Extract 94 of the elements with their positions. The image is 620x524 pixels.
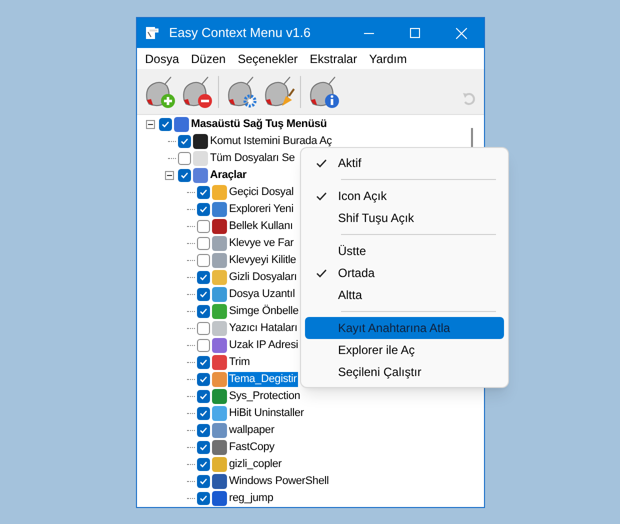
item-icon bbox=[212, 440, 227, 455]
checkbox[interactable] bbox=[197, 220, 210, 233]
tree-item[interactable]: Windows PowerShell bbox=[228, 474, 330, 489]
item-icon bbox=[212, 253, 227, 268]
context-menu-item[interactable]: Kayıt Anahtarına Atla bbox=[305, 317, 504, 339]
context-menu-item[interactable]: Altta bbox=[305, 284, 504, 306]
item-icon bbox=[212, 406, 227, 421]
context-menu-item[interactable]: Explorer ile Aç bbox=[305, 339, 504, 361]
scrollbar-thumb[interactable] bbox=[471, 128, 473, 148]
checkbox[interactable] bbox=[197, 407, 210, 420]
checkbox[interactable] bbox=[197, 475, 210, 488]
tree-item[interactable]: wallpaper bbox=[228, 423, 276, 438]
checkbox[interactable] bbox=[197, 322, 210, 335]
tree-item[interactable]: gizli_copler bbox=[228, 457, 283, 472]
tree-item[interactable]: FastCopy bbox=[228, 440, 276, 455]
checkbox[interactable] bbox=[197, 254, 210, 267]
item-icon bbox=[212, 491, 227, 506]
tree-item[interactable]: reg_jump bbox=[228, 491, 274, 506]
item-icon bbox=[212, 457, 227, 472]
item-icon bbox=[212, 185, 227, 200]
context-menu-item[interactable]: Shif Tuşu Açık bbox=[305, 207, 504, 229]
item-icon bbox=[212, 372, 227, 387]
context-menu-item[interactable]: Ortada bbox=[305, 262, 504, 284]
tree-item[interactable]: Klevye ve Far bbox=[228, 236, 295, 251]
checkbox[interactable] bbox=[197, 339, 210, 352]
tree-item[interactable]: Komut Istemini Burada Aç bbox=[209, 134, 333, 149]
item-icon bbox=[212, 321, 227, 336]
tree-item[interactable]: Tüm Dosyaları Se bbox=[209, 151, 296, 166]
app-icon bbox=[145, 26, 159, 40]
checkmark-icon bbox=[180, 137, 189, 146]
item-icon bbox=[212, 270, 227, 285]
checkbox[interactable] bbox=[197, 441, 210, 454]
item-icon bbox=[193, 151, 208, 166]
tree-item[interactable]: Dosya Uzantıl bbox=[228, 287, 296, 302]
tree-item[interactable]: Exploreri Yeni bbox=[228, 202, 294, 217]
checkbox[interactable] bbox=[178, 152, 191, 165]
menu-item[interactable]: Dosya bbox=[139, 50, 186, 68]
close-icon bbox=[456, 28, 466, 38]
checkbox[interactable] bbox=[197, 305, 210, 318]
checkbox[interactable] bbox=[197, 237, 210, 250]
maximize-icon bbox=[410, 28, 420, 38]
checkbox[interactable] bbox=[197, 203, 210, 216]
item-icon bbox=[193, 168, 208, 183]
checkbox[interactable] bbox=[197, 288, 210, 301]
checkmark-icon bbox=[180, 171, 189, 180]
context-menu-item[interactable]: Icon Açık bbox=[305, 185, 504, 207]
checkbox[interactable] bbox=[197, 492, 210, 505]
tree-item[interactable]: Trim bbox=[228, 355, 251, 370]
minimize-icon bbox=[364, 32, 374, 34]
item-icon bbox=[212, 355, 227, 370]
item-icon bbox=[212, 423, 227, 438]
checkbox[interactable] bbox=[197, 390, 210, 403]
checkbox[interactable] bbox=[178, 135, 191, 148]
tree-item[interactable]: Uzak IP Adresi bbox=[228, 338, 300, 353]
item-icon bbox=[174, 117, 189, 132]
checkbox[interactable] bbox=[159, 118, 172, 131]
item-icon bbox=[212, 338, 227, 353]
context-menu-item[interactable]: Üstte bbox=[305, 240, 504, 262]
checkbox[interactable] bbox=[197, 424, 210, 437]
item-icon bbox=[193, 134, 208, 149]
collapse-toggle[interactable] bbox=[146, 120, 154, 129]
tree-item[interactable]: Araçlar bbox=[209, 168, 248, 183]
checkbox[interactable] bbox=[197, 373, 210, 386]
tree-item[interactable]: HiBit Uninstaller bbox=[228, 406, 305, 421]
item-icon bbox=[212, 389, 227, 404]
item-icon bbox=[212, 304, 227, 319]
tree-item[interactable]: Geçici Dosyal bbox=[228, 185, 295, 200]
tree-item[interactable]: Bellek Kullanı bbox=[228, 219, 294, 234]
item-icon bbox=[212, 287, 227, 302]
item-icon bbox=[212, 219, 227, 234]
context-menu-item[interactable]: Seçileni Çalıştır bbox=[305, 361, 504, 383]
collapse-toggle[interactable] bbox=[164, 171, 174, 180]
checkmark-icon bbox=[161, 120, 170, 129]
menu-item[interactable]: Ekstralar bbox=[304, 50, 364, 68]
checkbox[interactable] bbox=[197, 271, 210, 284]
tree-item[interactable]: Tema_Degistir bbox=[228, 372, 298, 387]
menu-item[interactable]: Düzen bbox=[185, 50, 232, 68]
tree-item[interactable]: Yazıcı Hataları bbox=[228, 321, 298, 336]
checkbox[interactable] bbox=[197, 356, 210, 369]
item-icon bbox=[212, 474, 227, 489]
context-menu-item[interactable]: Aktif bbox=[305, 152, 504, 174]
tree-item[interactable]: Gizli Dosyaları bbox=[228, 270, 298, 285]
tree-item[interactable]: Sys_Protection bbox=[228, 389, 302, 404]
menu-item[interactable]: Yardım bbox=[363, 50, 413, 68]
window-title: Easy Context Menu v1.6 bbox=[169, 24, 311, 42]
checkbox[interactable] bbox=[178, 169, 191, 182]
tree-item[interactable]: Masaüstü Sağ Tuş Menüsü bbox=[190, 117, 328, 132]
menu-item[interactable]: Seçenekler bbox=[232, 50, 304, 68]
checkbox[interactable] bbox=[197, 458, 210, 471]
checkbox[interactable] bbox=[197, 186, 210, 199]
tree-item[interactable]: Klevyeyi Kilitle bbox=[228, 253, 298, 268]
item-icon bbox=[212, 236, 227, 251]
item-icon bbox=[212, 202, 227, 217]
tree-item[interactable]: Simge Önbelle bbox=[228, 304, 300, 319]
